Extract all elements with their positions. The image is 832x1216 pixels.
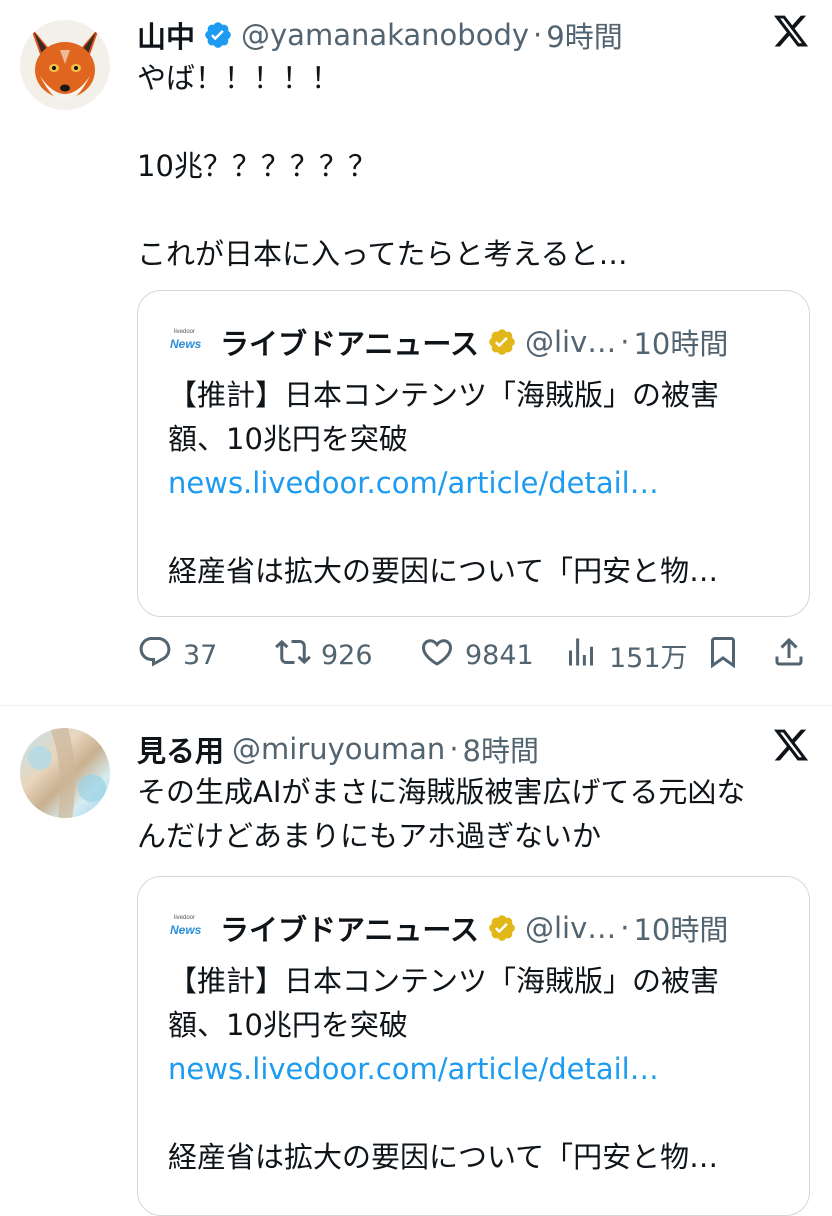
quoted-text-line: 経産省は拡大の要因について「円安と物… [168,554,719,588]
quoted-text-line: 【推計】日本コンテンツ「海賊版」の被害 [168,964,720,998]
livedoor-news-logo: livedoor News [168,915,208,941]
quoted-user-handle[interactable]: @liv… [525,325,616,359]
bookmark-button[interactable] [705,634,751,677]
x-logo-icon [772,726,810,764]
quoted-user-handle[interactable]: @liv… [525,911,616,945]
reply-count: 37 [183,640,218,671]
tweet-header: 見る用 @miruyouman · 8時間 [137,728,752,770]
quoted-tweet-text: 【推計】日本コンテンツ「海賊版」の被害 額、10兆円を突破 news.lived… [168,959,789,1179]
quoted-display-name[interactable]: ライブドアニュース [220,907,479,949]
like-count: 9841 [465,640,534,671]
logo-text-top: livedoor [174,329,196,335]
tweet-text: やば！！！！！ 10兆？？？？？？ これが日本に入ってたらと考えると… [137,61,628,271]
gold-verified-badge-icon [487,327,517,357]
display-name[interactable]: 山中 [137,14,195,56]
logo-text-top: livedoor [174,915,196,921]
retweet-count: 926 [321,640,373,671]
livedoor-news-logo: livedoor News [168,329,208,355]
views-icon [563,634,609,677]
share-icon [771,634,817,677]
reply-icon [137,634,183,677]
article-link[interactable]: news.livedoor.com/article/detail… [168,1047,789,1091]
separator-dot: · [449,732,459,766]
quoted-tweet[interactable]: livedoor News ライブドアニュース @liv… · 10時間 【推計… [137,290,810,617]
quoted-tweet[interactable]: livedoor News ライブドアニュース @liv… · 10時間 【推計… [137,876,810,1216]
like-button[interactable]: 9841 [419,634,534,677]
retweet-icon [275,634,321,677]
quoted-text-line: 【推計】日本コンテンツ「海賊版」の被害 [168,378,720,412]
views-button[interactable]: 151万 [563,634,688,677]
quoted-text-line: 額、10兆円を突破 [168,1008,408,1042]
quoted-tweet-text: 【推計】日本コンテンツ「海賊版」の被害 額、10兆円を突破 news.lived… [168,373,789,593]
retweet-button[interactable]: 926 [275,634,373,677]
logo-text-bottom: News [170,923,202,937]
verified-badge-icon [203,20,233,50]
display-name[interactable]: 見る用 [137,728,224,770]
quoted-tweet-header: livedoor News ライブドアニュース @liv… · 10時間 [168,321,789,363]
separator-dot: · [620,911,630,945]
tweet-header: 山中 @yamanakanobody · 9時間 [137,14,752,56]
tweet[interactable]: 山中 @yamanakanobody · 9時間 やば！！！！！ 10兆？？？？… [0,0,832,705]
tweet-text: その生成AIがまさに海賊版被害広げてる元凶な んだけどあまりにもアホ過ぎないか [137,775,746,853]
tweet[interactable]: 見る用 @miruyouman · 8時間 その生成AIがまさに海賊版被害広げて… [0,706,832,1216]
user-handle[interactable]: @miruyouman [232,732,445,766]
tweet-actions: 37 926 9841 151万 [137,634,812,678]
quoted-text-line: 額、10兆円を突破 [168,422,408,456]
user-handle[interactable]: @yamanakanobody [241,18,529,52]
separator-dot: · [620,325,630,359]
x-logo-icon [772,12,810,50]
like-icon [419,634,465,677]
quoted-tweet-header: livedoor News ライブドアニュース @liv… · 10時間 [168,907,789,949]
view-count: 151万 [609,643,688,674]
tweet-timestamp[interactable]: 9時間 [546,14,622,56]
bookmark-icon [705,634,751,677]
quoted-timestamp[interactable]: 10時間 [633,907,728,949]
logo-text-bottom: News [170,337,202,351]
gold-verified-badge-icon [487,913,517,943]
separator-dot: · [533,18,543,52]
tweet-timestamp[interactable]: 8時間 [463,728,539,770]
quoted-timestamp[interactable]: 10時間 [633,321,728,363]
reply-button[interactable]: 37 [137,634,217,677]
quoted-text-line: 経産省は拡大の要因について「円安と物… [168,1140,719,1174]
quoted-display-name[interactable]: ライブドアニュース [220,321,479,363]
article-link[interactable]: news.livedoor.com/article/detail… [168,461,789,505]
avatar[interactable] [20,728,110,818]
share-button[interactable] [771,634,817,677]
avatar[interactable] [20,20,110,110]
